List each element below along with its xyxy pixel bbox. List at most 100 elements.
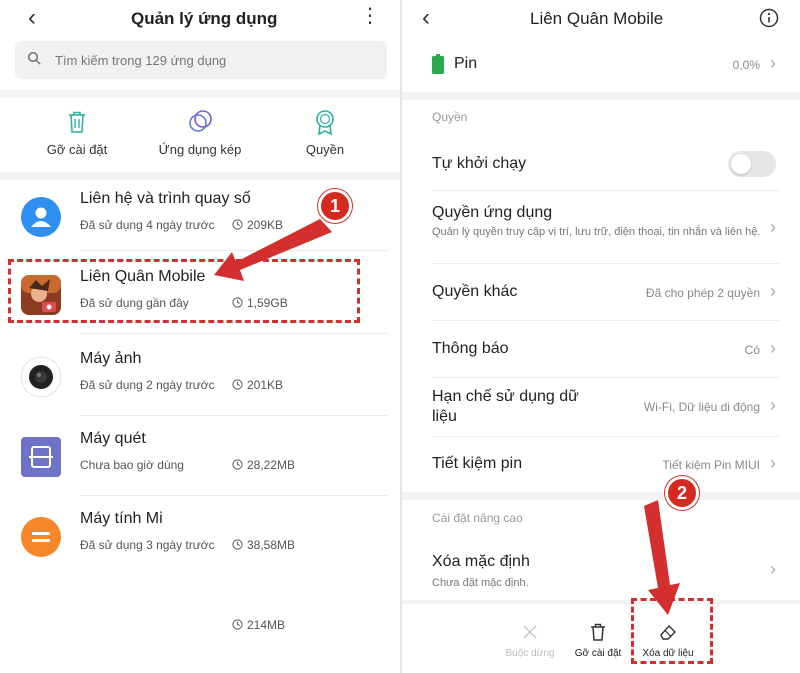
data-restriction-label: Hạn chế sử dụng dữ liệu — [432, 388, 579, 425]
divider — [0, 90, 402, 98]
battery-label: Pin — [454, 55, 478, 72]
clear-defaults-desc: Chưa đặt mặc định. — [432, 577, 529, 589]
trash-icon — [69, 111, 85, 133]
trash-icon — [591, 623, 605, 641]
app-permissions-row[interactable]: Quyền ứng dụng Quản lý quyền truy cập vị… — [402, 191, 800, 263]
app-name: Máy tính Mi — [80, 510, 163, 527]
divider — [402, 492, 800, 500]
battery-saver-row[interactable]: Tiết kiệm pin Tiết kiệm Pin MIUI › — [402, 437, 800, 491]
app-size-value: 214MB — [247, 618, 286, 632]
toggle-knob — [731, 154, 751, 174]
data-restriction-row[interactable]: Hạn chế sử dụng dữ liệu Wi-Fi, Dữ liệu d… — [402, 378, 800, 436]
step-badge-1: 1 — [318, 189, 352, 223]
page-title: Liên Quân Mobile — [530, 9, 664, 28]
search-input[interactable] — [55, 50, 375, 70]
autostart-row[interactable]: Tự khởi chạy — [402, 138, 800, 190]
chevron-right-icon: › — [770, 217, 776, 237]
other-permissions-label: Quyền khác — [432, 283, 518, 300]
app-size: 209KB — [232, 218, 283, 232]
permissions-action[interactable]: Quyền — [270, 108, 380, 157]
battery-icon — [432, 54, 444, 74]
permission-badge-icon — [316, 110, 334, 136]
more-menu-icon[interactable]: ⋮ — [360, 6, 380, 26]
app-permissions-desc: Quản lý quyền truy cập vị trí, lưu trữ, … — [432, 226, 761, 238]
force-stop-button[interactable]: Buộc dừng — [498, 622, 562, 659]
row-separator — [80, 250, 388, 251]
app-last-used: Chưa bao giờ dùng — [80, 458, 184, 472]
battery-saver-value: Tiết kiệm Pin MIUI — [662, 458, 760, 472]
battery-value: 0,0% — [732, 58, 760, 72]
permissions-action-label: Quyền — [305, 142, 345, 157]
app-size-value: 38,58MB — [247, 538, 296, 552]
app-manager-panel: ‹ Quản lý ứng dụng ⋮ Gỡ cài đặt Ứng dụng… — [0, 0, 402, 673]
info-icon[interactable] — [759, 8, 779, 28]
clock-icon — [232, 459, 243, 470]
data-restriction-value: Wi-Fi, Dữ liệu di động — [643, 400, 760, 414]
other-permissions-value: Đã cho phép 2 quyền — [645, 286, 760, 300]
bottom-action-bar: Buộc dừng Gỡ cài đặt Xóa dữ liệu — [402, 604, 800, 673]
app-info-panel: ‹ Liên Quân Mobile Pin 0,0% › Quyền Tự k… — [402, 0, 800, 673]
highlight-box — [631, 598, 713, 664]
app-size-value: 28,22MB — [247, 458, 296, 472]
uninstall-action-label: Gỡ cài đặt — [46, 142, 108, 157]
app-row-partial[interactable]: 214MB — [0, 580, 402, 660]
battery-saver-label: Tiết kiệm pin — [432, 455, 523, 472]
clock-icon — [232, 539, 243, 550]
dual-app-action[interactable]: Ứng dụng kép — [145, 108, 255, 157]
highlight-box — [8, 259, 360, 323]
back-arrow-icon[interactable]: ‹ — [28, 6, 36, 30]
app-permissions-label: Quyền ứng dụng — [432, 204, 553, 221]
notifications-row[interactable]: Thông báo Có › — [402, 321, 800, 377]
app-size-value: 201KB — [247, 378, 284, 392]
back-arrow-icon[interactable]: ‹ — [422, 6, 430, 30]
row-separator — [80, 495, 388, 496]
app-row-scanner[interactable]: Máy quét Chưa bao giờ dùng 28,22MB — [0, 420, 402, 500]
app-size: 214MB — [232, 618, 285, 632]
row-separator — [80, 415, 388, 416]
notifications-value: Có — [744, 343, 760, 357]
notifications-label: Thông báo — [432, 340, 509, 357]
dual-app-action-label: Ứng dụng kép — [158, 142, 242, 157]
clock-icon — [232, 379, 243, 390]
autostart-label: Tự khởi chạy — [432, 155, 527, 172]
top-bar: ‹ Liên Quân Mobile — [402, 0, 800, 38]
chevron-right-icon: › — [770, 453, 776, 473]
chevron-right-icon: › — [770, 395, 776, 415]
clear-defaults-label: Xóa mặc định — [432, 553, 530, 570]
advanced-section-header: Cài đặt nâng cao — [432, 511, 523, 525]
app-last-used: Đã sử dụng 4 ngày trước — [80, 218, 215, 232]
search-icon — [27, 51, 41, 65]
uninstall-button[interactable]: Gỡ cài đặt — [566, 622, 630, 659]
app-size: 201KB — [232, 378, 283, 392]
divider — [0, 172, 402, 180]
other-permissions-row[interactable]: Quyền khác Đã cho phép 2 quyền › — [402, 264, 800, 320]
chevron-right-icon: › — [770, 559, 776, 579]
clock-icon — [232, 619, 243, 630]
chevron-right-icon: › — [770, 338, 776, 358]
app-last-used: Đã sử dụng 3 ngày trước — [80, 538, 215, 552]
app-row-camera[interactable]: Máy ảnh Đã sử dụng 2 ngày trước 201KB — [0, 340, 402, 420]
uninstall-label: Gỡ cài đặt — [574, 648, 622, 659]
uninstall-action[interactable]: Gỡ cài đặt — [22, 108, 132, 157]
dual-app-icon — [189, 110, 212, 132]
clock-icon — [232, 219, 243, 230]
autostart-toggle[interactable] — [728, 151, 776, 177]
scanner-app-icon — [21, 437, 61, 477]
app-last-used: Đã sử dụng 2 ngày trước — [80, 378, 215, 392]
app-name: Máy quét — [80, 430, 146, 447]
clear-defaults-row[interactable]: Xóa mặc định Chưa đặt mặc định. › — [402, 540, 800, 600]
camera-app-icon — [20, 356, 62, 398]
app-row-calculator[interactable]: Máy tính Mi Đã sử dụng 3 ngày trước 38,5… — [0, 500, 402, 580]
calculator-app-icon — [21, 517, 61, 557]
force-stop-label: Buộc dừng — [505, 648, 555, 659]
top-bar: ‹ Quản lý ứng dụng ⋮ — [0, 0, 402, 38]
app-size: 38,58MB — [232, 538, 295, 552]
permissions-section-header: Quyền — [432, 110, 468, 124]
close-icon — [523, 625, 537, 639]
app-name: Liên hệ và trình quay số — [80, 190, 251, 207]
battery-row[interactable]: Pin 0,0% › — [402, 44, 800, 90]
app-size-value: 209KB — [247, 218, 284, 232]
contacts-app-icon — [21, 197, 61, 237]
divider — [402, 92, 800, 100]
search-bar[interactable] — [15, 41, 387, 79]
